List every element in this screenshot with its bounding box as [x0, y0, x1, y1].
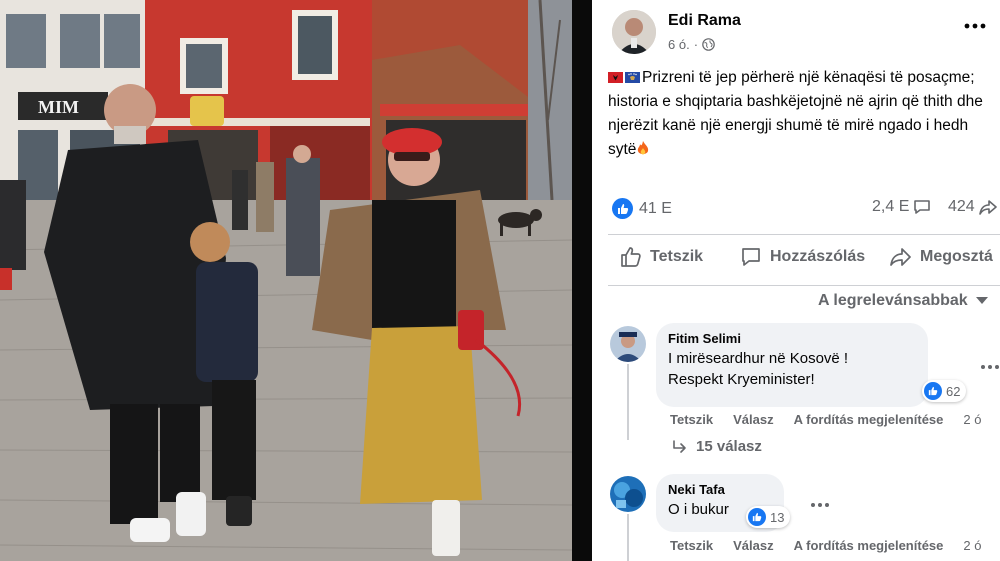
comment-button[interactable]: Hozzászólás	[740, 246, 865, 268]
post-stats: 41 E 2,4 E 424	[608, 198, 1000, 222]
comment-bubble: Fitim Selimi I mirëseardhur në Kosovë ! …	[656, 323, 928, 407]
post-more-button[interactable]	[964, 18, 986, 29]
comment-more-button[interactable]	[810, 492, 830, 513]
replies-count: 15 válasz	[696, 438, 762, 455]
post-photo[interactable]: MIM	[0, 0, 572, 561]
fire-emoji-icon	[638, 141, 649, 155]
like-reaction-icon	[924, 382, 942, 400]
author-avatar[interactable]	[612, 10, 656, 54]
post-actions: Tetszik Hozzászólás Megosztá	[608, 246, 1000, 274]
share-button-label: Megosztá	[920, 248, 993, 265]
shop-sign-text: MIM	[38, 97, 79, 117]
street-scene-image: MIM	[0, 0, 572, 561]
comment-translate-link[interactable]: A fordítás megjelenítése	[794, 412, 944, 427]
kosovo-flag-icon	[625, 72, 640, 83]
reply-arrow-icon	[673, 439, 686, 453]
thread-line	[627, 364, 629, 440]
post-text: Prizreni të jep përherë një kënaqësi të …	[608, 66, 992, 162]
thumbs-up-icon	[621, 247, 641, 267]
more-horizontal-icon	[964, 23, 986, 29]
comment-text-line1: I mirëseardhur në Kosovë !	[668, 350, 849, 367]
divider-top	[608, 234, 1000, 235]
comment-icon	[742, 248, 760, 266]
post-text-body: Prizreni të jep përherë një kënaqësi të …	[608, 69, 983, 158]
view-replies-button[interactable]: 15 válasz	[672, 438, 762, 455]
albania-flag-icon	[608, 72, 623, 83]
commenter-avatar[interactable]	[610, 476, 646, 512]
more-horizontal-icon	[981, 365, 999, 369]
comments-count: 2,4 E	[872, 198, 910, 215]
post-panel: Edi Rama 6 ó. · Prizreni të jep përherë …	[592, 0, 1000, 561]
author-avatar-image	[612, 10, 656, 54]
comment-like-link[interactable]: Tetszik	[670, 412, 713, 427]
like-reaction-icon	[612, 198, 633, 219]
photo-separator	[572, 0, 592, 561]
more-horizontal-icon	[811, 503, 829, 507]
comment-actions: Tetszik Válasz A fordítás megjelenítése …	[670, 412, 981, 427]
comment-like-link[interactable]: Tetszik	[670, 538, 713, 553]
shares-count-link[interactable]: 424	[948, 198, 997, 216]
comment-button-label: Hozzászólás	[770, 248, 866, 265]
share-arrow-icon	[978, 200, 997, 215]
post-time[interactable]: 6 ó.	[668, 37, 690, 52]
divider-bottom	[608, 285, 1000, 286]
comment-sort-dropdown[interactable]: A legrelevánsabbak	[818, 292, 988, 310]
like-button-label: Tetszik	[650, 248, 704, 265]
comment-text-line2: Respekt Kryeminister!	[668, 371, 815, 388]
comment-reaction-count: 13	[770, 509, 785, 525]
commenter-name[interactable]: Neki Tafa	[668, 482, 772, 497]
like-button[interactable]: Tetszik	[620, 246, 703, 268]
comment-reaction-count: 62	[946, 383, 961, 399]
thread-line	[627, 514, 629, 561]
comments-count-link[interactable]: 2,4 E	[872, 198, 931, 216]
public-globe-icon	[702, 38, 715, 51]
share-icon	[890, 248, 911, 266]
like-reaction-icon	[748, 508, 766, 526]
comment-reply-link[interactable]: Válasz	[733, 412, 773, 427]
screenshot-root: MIM Edi Rama 6 ó. · Prizreni të jep përh…	[0, 0, 1000, 561]
post-meta: 6 ó. ·	[668, 37, 715, 52]
meta-dot: ·	[693, 37, 699, 52]
comment-reply-link[interactable]: Válasz	[733, 538, 773, 553]
chevron-down-icon	[975, 297, 988, 304]
comment-translate-link[interactable]: A fordítás megjelenítése	[794, 538, 944, 553]
comment-time[interactable]: 2 ó	[963, 538, 981, 553]
commenter-name[interactable]: Fitim Selimi	[668, 331, 916, 346]
author-name[interactable]: Edi Rama	[668, 12, 741, 30]
commenter-avatar[interactable]	[610, 326, 646, 362]
share-button[interactable]: Megosztá	[890, 246, 993, 268]
comment-more-button[interactable]	[980, 354, 1000, 375]
comment-bubble-icon	[914, 200, 931, 214]
sort-label: A legrelevánsabbak	[818, 292, 968, 309]
comment-reactions[interactable]: 62	[922, 380, 967, 402]
reactions-summary[interactable]: 41 E	[612, 198, 672, 219]
comment-actions: Tetszik Válasz A fordítás megjelenítése …	[670, 538, 981, 553]
comment-reactions[interactable]: 13	[746, 506, 791, 528]
comment-time[interactable]: 2 ó	[963, 412, 981, 427]
reactions-count: 41 E	[639, 199, 672, 217]
shares-count: 424	[948, 198, 975, 215]
